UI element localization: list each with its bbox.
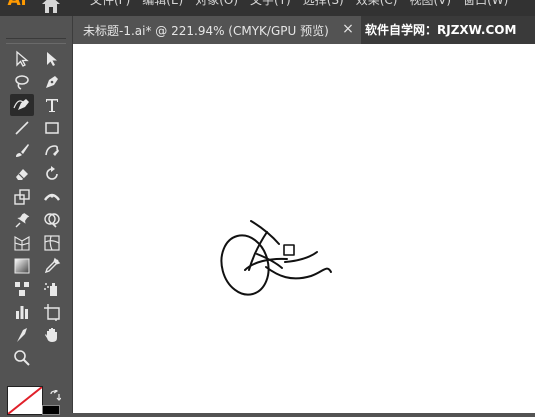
artboard-tool[interactable] [40, 301, 64, 323]
type-tool[interactable] [40, 94, 64, 116]
menu-object[interactable]: 对象(O) [195, 0, 238, 8]
line-tool[interactable] [10, 117, 34, 139]
artwork-square [283, 244, 295, 256]
menu-window[interactable]: 窗口(W) [463, 0, 508, 8]
panel-grip[interactable] [6, 38, 66, 44]
none-fill-icon [8, 387, 42, 414]
stroke-swatch[interactable] [42, 405, 60, 415]
lasso-icon [15, 75, 29, 90]
arrow-outline-icon [16, 50, 29, 67]
menu-edit[interactable]: 编辑(E) [142, 0, 183, 8]
width-tool[interactable] [40, 186, 64, 208]
knife-icon [17, 328, 27, 342]
gradient-tool[interactable] [10, 255, 34, 277]
menu-file[interactable]: 文件(F) [90, 0, 130, 8]
shape-builder-tool[interactable] [40, 209, 64, 231]
document-tab[interactable]: 未标题-1.ai* @ 221.94% (CMYK/GPU 预览) [73, 16, 361, 44]
close-icon[interactable]: × [341, 21, 355, 37]
arrow-solid-icon [47, 52, 57, 66]
rectangle-tool[interactable] [40, 117, 64, 139]
document-tab-bar: 未标题-1.ai* @ 221.94% (CMYK/GPU 预览) × 软件自学… [73, 16, 535, 44]
pen-tool[interactable] [40, 71, 64, 93]
artwork-stroke-6 [284, 251, 318, 263]
width-icon [44, 193, 60, 201]
paintbrush-tool[interactable] [10, 140, 34, 162]
eraser-tool[interactable] [10, 163, 34, 185]
menu-type[interactable]: 文字(T) [250, 0, 291, 8]
pen-nib-icon [46, 76, 58, 88]
document-tab-title: 未标题-1.ai* @ 221.94% (CMYK/GPU 预览) [83, 23, 329, 38]
magic-wand-tool[interactable] [10, 71, 34, 93]
rectangle-icon [45, 122, 59, 134]
artboard-canvas[interactable] [73, 44, 535, 413]
type-t-icon [46, 99, 58, 112]
menu-view[interactable]: 视图(V) [409, 0, 451, 8]
eraser-icon [16, 169, 28, 180]
pin-icon [15, 213, 30, 228]
direct-selection-tool[interactable] [40, 48, 64, 70]
eyedropper-tool[interactable] [40, 255, 64, 277]
menu-items: 文件(F) 编辑(E) 对象(O) 文字(T) 选择(S) 效果(C) 视图(V… [90, 0, 508, 8]
swap-colors-icon[interactable] [49, 390, 61, 402]
bar-chart-icon [16, 306, 28, 319]
shape-builder-icon [44, 213, 60, 228]
menu-effect[interactable]: 效果(C) [356, 0, 398, 8]
shaper-tool[interactable] [40, 140, 64, 162]
selection-tool[interactable] [10, 48, 34, 70]
zoom-tool[interactable] [10, 347, 34, 369]
curvature-tool[interactable] [10, 94, 34, 116]
site-watermark: 软件自学网：RJZXW.COM [365, 23, 517, 37]
rotate-icon [46, 166, 58, 180]
artwork-stroke-5 [265, 266, 332, 280]
home-icon[interactable] [40, 0, 62, 14]
hand-tool[interactable] [40, 324, 64, 346]
artboard-icon [44, 304, 60, 321]
mesh-tool[interactable] [40, 232, 64, 254]
eyedropper-icon [44, 257, 61, 274]
spray-can-icon [44, 283, 57, 296]
artwork-ellipse [220, 234, 270, 296]
line-icon [15, 121, 29, 135]
rotate-tool[interactable] [40, 163, 64, 185]
app-logo: Ai [7, 0, 27, 10]
symbol-sprayer-tool[interactable] [40, 278, 64, 300]
fill-swatch[interactable] [7, 386, 43, 415]
menu-bar: Ai 文件(F) 编辑(E) 对象(O) 文字(T) 选择(S) 效果(C) 视… [0, 0, 535, 16]
slice-tool[interactable] [10, 324, 34, 346]
brush-icon [16, 144, 29, 157]
scale-tool[interactable] [10, 186, 34, 208]
shaper-icon [45, 145, 59, 156]
curvature-pen-icon [13, 99, 29, 110]
perspective-grid-tool[interactable] [10, 232, 34, 254]
scale-icon [14, 189, 30, 205]
mesh-icon [44, 235, 60, 251]
tools-panel [0, 16, 73, 415]
menu-select[interactable]: 选择(S) [303, 0, 344, 8]
blend-tool[interactable] [10, 278, 34, 300]
puppet-warp-tool[interactable] [10, 209, 34, 231]
blend-icon [15, 282, 29, 296]
column-graph-tool[interactable] [10, 301, 34, 323]
artwork [220, 220, 332, 296]
hand-icon [45, 328, 57, 342]
perspective-grid-icon [14, 236, 30, 251]
magnifier-icon [14, 350, 30, 366]
gradient-icon [14, 258, 30, 274]
